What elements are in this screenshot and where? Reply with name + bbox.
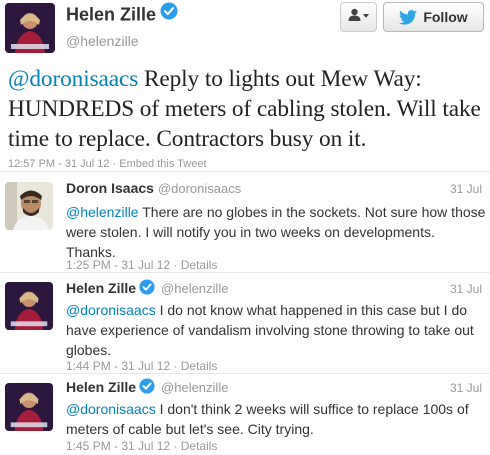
author-name[interactable]: Helen Zille: [66, 2, 178, 27]
meta-separator: ·: [170, 359, 181, 373]
reply-tweet: Helen Zille @helenzille 31 Jul @doronisaa…: [0, 274, 490, 374]
details-link[interactable]: Details: [181, 359, 218, 373]
reply-tweet: Helen Zille @helenzille 31 Jul @doronisaa…: [0, 375, 490, 455]
avatar-helen-zille[interactable]: [5, 282, 53, 330]
avatar-helen-zille[interactable]: [5, 3, 55, 53]
tweet-meta: 12:57 PM - 31 Jul 12 · Embed this Tweet: [8, 158, 207, 170]
verified-badge-icon: [139, 279, 155, 298]
reply-author-name[interactable]: Helen Zille: [66, 280, 136, 296]
follow-button[interactable]: Follow: [383, 2, 484, 32]
reply-text: @doronisaacs I do not know what happened…: [66, 300, 486, 360]
reply-meta: 1:25 PM - 31 Jul 12 · Details: [66, 258, 217, 272]
embed-tweet-link[interactable]: Embed this Tweet: [119, 158, 206, 170]
reply-author[interactable]: Doron Isaacs @doronisaacs: [66, 180, 241, 196]
author-handle[interactable]: @helenzille: [66, 33, 139, 49]
reply-meta: 1:44 PM - 31 Jul 12 · Details: [66, 359, 217, 373]
reply-timestamp[interactable]: 1:25 PM - 31 Jul 12: [66, 258, 170, 272]
reply-tweet: Doron Isaacs @doronisaacs 31 Jul @helenzi…: [0, 173, 490, 273]
tweet-text: @doronisaacs Reply to lights out Mew Way…: [8, 64, 486, 154]
reply-author-handle[interactable]: @doronisaacs: [158, 181, 241, 196]
reply-author-handle[interactable]: @helenzille: [161, 380, 228, 395]
meta-separator: ·: [109, 158, 120, 170]
reply-meta: 1:45 PM - 31 Jul 12 · Details: [66, 439, 217, 453]
reply-text: @helenzille There are no globes in the s…: [66, 202, 486, 262]
author-name-text[interactable]: Helen Zille: [66, 4, 156, 24]
mention-link[interactable]: @doronisaacs: [66, 401, 156, 417]
reply-text: @doronisaacs I don't think 2 weeks will …: [66, 399, 486, 439]
reply-timestamp[interactable]: 1:45 PM - 31 Jul 12: [66, 439, 170, 453]
reply-author-handle[interactable]: @helenzille: [161, 281, 228, 296]
reply-author-name[interactable]: Doron Isaacs: [66, 180, 154, 196]
twitter-bird-icon: [399, 9, 418, 25]
tweet-timestamp[interactable]: 12:57 PM - 31 Jul 12: [8, 158, 110, 170]
main-tweet: Helen Zille @helenzille Follow @doronisa…: [0, 0, 490, 172]
reply-date[interactable]: 31 Jul: [450, 282, 482, 296]
follow-button-label: Follow: [423, 9, 468, 25]
mention-link[interactable]: @doronisaacs: [66, 302, 156, 318]
mention-link[interactable]: @doronisaacs: [8, 66, 138, 92]
details-link[interactable]: Details: [181, 258, 218, 272]
verified-badge-icon: [139, 378, 155, 397]
reply-timestamp[interactable]: 1:44 PM - 31 Jul 12: [66, 359, 170, 373]
reply-author-name[interactable]: Helen Zille: [66, 379, 136, 395]
mention-link[interactable]: @helenzille: [66, 204, 139, 220]
meta-separator: ·: [170, 258, 181, 272]
verified-badge-icon: [160, 2, 178, 25]
avatar-helen-zille[interactable]: [5, 383, 53, 431]
details-link[interactable]: Details: [181, 439, 218, 453]
reply-author[interactable]: Helen Zille @helenzille: [66, 378, 228, 398]
meta-separator: ·: [170, 439, 181, 453]
reply-author[interactable]: Helen Zille @helenzille: [66, 279, 228, 299]
reply-date[interactable]: 31 Jul: [450, 182, 482, 196]
reply-date[interactable]: 31 Jul: [450, 381, 482, 395]
person-dropdown-icon: [348, 8, 370, 27]
user-actions-dropdown-button[interactable]: [340, 2, 377, 32]
avatar-doron-isaacs[interactable]: [5, 182, 53, 230]
